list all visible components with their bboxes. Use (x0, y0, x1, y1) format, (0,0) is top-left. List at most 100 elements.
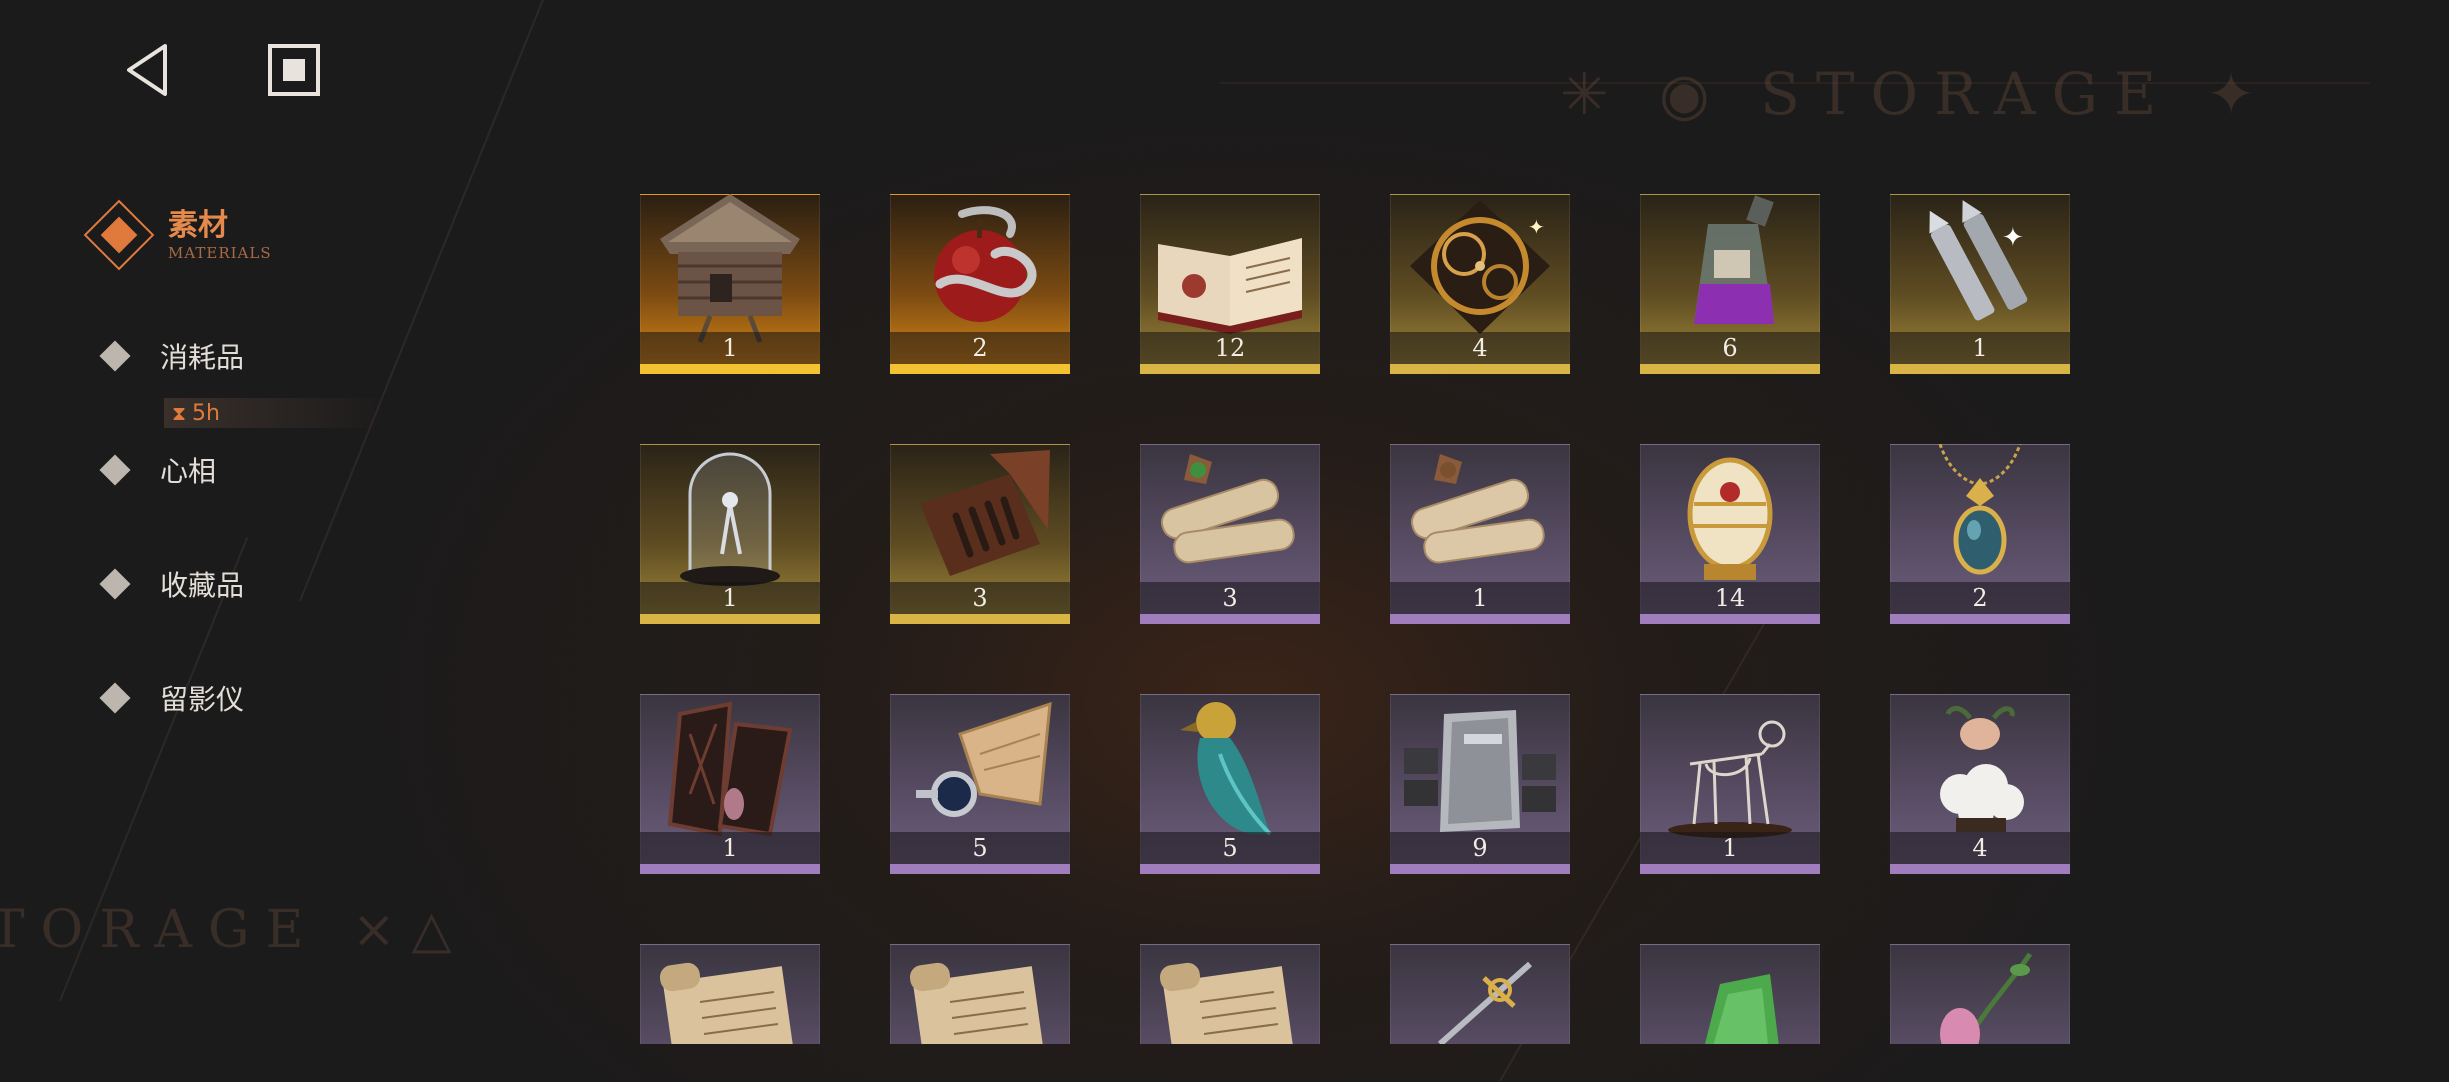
category-consumables[interactable]: 消耗品 (99, 336, 245, 376)
item-card[interactable]: 6 (1640, 194, 1820, 374)
item-count: 14 (1640, 582, 1820, 614)
back-triangle-icon (127, 44, 167, 96)
item-count: 6 (1640, 332, 1820, 364)
open-case-icon (920, 450, 1050, 576)
active-diamond-icon (94, 210, 144, 260)
hut-icon (660, 194, 800, 343)
rarity-bar (640, 864, 820, 874)
category-camera[interactable]: 留影仪 (99, 678, 245, 718)
svg-text:✦: ✦ (1528, 215, 1545, 239)
diamond-icon (99, 568, 131, 600)
item-card[interactable]: 3 (1140, 444, 1320, 624)
item-card[interactable]: 5 (1140, 694, 1320, 874)
scroll-bundle-icon (1410, 454, 1545, 564)
green-gem-icon (1705, 974, 1779, 1044)
item-card[interactable]: 14 (1640, 444, 1820, 624)
timer-text: 5h (192, 400, 220, 426)
book-icon (1158, 238, 1302, 334)
item-card[interactable] (1890, 944, 2070, 1044)
item-card[interactable]: 9 (1390, 694, 1570, 874)
item-card[interactable] (1640, 944, 1820, 1044)
item-card[interactable]: 3 (890, 444, 1070, 624)
rarity-bar (890, 864, 1070, 874)
item-card[interactable]: 2 (890, 194, 1070, 374)
item-card[interactable] (640, 944, 820, 1044)
item-count: 5 (1140, 832, 1320, 864)
rarity-bar (1890, 864, 2070, 874)
amulet-icon (1938, 444, 2022, 575)
rarity-bar (1640, 864, 1820, 874)
rarity-bar (890, 364, 1070, 374)
item-count: 2 (1890, 582, 2070, 614)
scroll-icon (909, 962, 1048, 1044)
item-card[interactable]: 1 (640, 444, 820, 624)
category-label: 消耗品 (160, 341, 245, 374)
item-count: 2 (890, 332, 1070, 364)
item-count: 1 (640, 582, 820, 614)
diamond-icon (99, 454, 131, 486)
item-count: 3 (1140, 582, 1320, 614)
rarity-bar (1390, 614, 1570, 624)
item-card[interactable]: ✦ 4 (1390, 194, 1570, 374)
rarity-bar (1390, 364, 1570, 374)
item-card[interactable]: 1 (1640, 694, 1820, 874)
background-storage-top: ✳ ◉ STORAGE ✦ (1560, 60, 2272, 128)
item-count: 12 (1140, 332, 1320, 364)
rarity-bar (1140, 864, 1320, 874)
sword-hilt-icon (1438, 961, 1532, 1044)
timer-badge: ⧗ 5h (164, 398, 384, 428)
metal-shard-icon (916, 701, 1052, 817)
category-collectibles[interactable]: 收藏品 (99, 564, 245, 604)
item-card[interactable]: 1 (640, 194, 820, 374)
item-count: 1 (640, 832, 820, 864)
item-card[interactable]: ✦ 1 (1890, 194, 2070, 374)
item-card[interactable] (890, 944, 1070, 1044)
category-sublabel: MATERIALS (168, 244, 272, 262)
skeleton-icon (1668, 720, 1792, 838)
item-count: 4 (1890, 832, 2070, 864)
rarity-bar (1890, 614, 2070, 624)
item-card[interactable]: 1 (640, 694, 820, 874)
item-count: 9 (1390, 832, 1570, 864)
rarity-bar (1640, 364, 1820, 374)
silver-bar-icon (1404, 710, 1556, 832)
category-materials[interactable]: 素材 MATERIALS (80, 200, 272, 262)
scroll-icon (1159, 962, 1298, 1044)
gears-icon: ✦ (1410, 200, 1550, 334)
item-count: 3 (890, 582, 1070, 614)
svg-text:✦: ✦ (2002, 223, 2024, 253)
frame-case-icon (667, 701, 793, 837)
rarity-bar (1390, 864, 1570, 874)
rarity-bar (1640, 614, 1820, 624)
background-line (299, 0, 564, 602)
rarity-bar (1140, 614, 1320, 624)
potion-icon (1694, 195, 1774, 324)
home-button[interactable] (262, 38, 326, 102)
item-card[interactable] (1390, 944, 1570, 1044)
diamond-icon (99, 340, 131, 372)
category-label: 留影仪 (160, 683, 245, 716)
item-count: 1 (1640, 832, 1820, 864)
flower-branch-icon (1940, 952, 2033, 1044)
item-card[interactable]: 4 (1890, 694, 2070, 874)
item-count: 1 (1390, 582, 1570, 614)
bullets-icon: ✦ (1929, 200, 2028, 321)
glass-dome-icon (680, 452, 780, 586)
back-button[interactable] (115, 38, 179, 102)
diamond-icon (99, 682, 131, 714)
item-card[interactable]: 12 (1140, 194, 1320, 374)
item-card[interactable]: 5 (890, 694, 1070, 874)
rarity-bar (890, 614, 1070, 624)
bird-statue-icon (1180, 702, 1272, 836)
item-card[interactable]: 1 (1390, 444, 1570, 624)
item-count: 5 (890, 832, 1070, 864)
scroll-icon (659, 962, 798, 1044)
category-xinxiang[interactable]: 心相 (99, 450, 216, 490)
background-storage-left: TORAGE ×△ (0, 900, 468, 960)
item-card[interactable]: 2 (1890, 444, 2070, 624)
apple-snake-icon (934, 206, 1037, 322)
item-card[interactable] (1140, 944, 1320, 1044)
category-label: 收藏品 (160, 569, 245, 602)
crystal-plant-icon (1940, 706, 2024, 832)
hourglass-icon: ⧗ (172, 401, 187, 425)
